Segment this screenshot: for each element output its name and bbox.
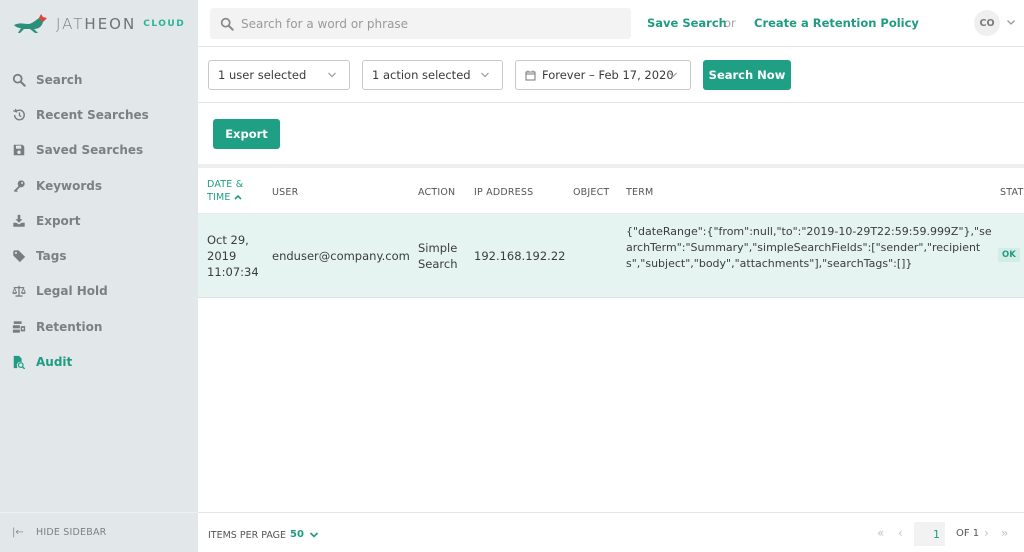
fox-logo-icon — [14, 14, 47, 33]
pagination-footer: ITEMS PER PAGE 50 « ‹ OF 1 › » — [198, 512, 1024, 552]
column-header-ip-address[interactable]: IP ADDRESS — [474, 187, 533, 198]
sidebar-item-search[interactable]: Search — [0, 62, 198, 97]
sidebar-item-label: Legal Hold — [36, 284, 108, 299]
column-header-label: DATE & — [207, 179, 244, 190]
collapse-arrow-icon: |← — [12, 527, 24, 538]
save-search-link[interactable]: Save Search — [647, 16, 727, 30]
sidebar-item-tags[interactable]: Tags — [0, 238, 198, 273]
brand-name: JATHEON — [56, 15, 137, 33]
sidebar-item-recent-searches[interactable]: Recent Searches — [0, 97, 198, 132]
filter-bar: 1 user selected 1 action selected Foreve… — [198, 48, 1024, 103]
scales-icon — [11, 283, 27, 299]
previous-page-button[interactable]: ‹ — [898, 526, 903, 540]
sidebar-item-label: Search — [36, 72, 83, 87]
table-header: DATE & TIME USER ACTION IP ADDRESS OBJEC… — [198, 168, 1024, 214]
status-badge: OK — [998, 248, 1020, 262]
search-icon — [11, 72, 27, 88]
search-input[interactable] — [241, 16, 621, 31]
download-icon — [11, 213, 27, 229]
chevron-down-icon[interactable] — [1006, 17, 1016, 27]
sidebar-item-audit[interactable]: Audit — [0, 344, 198, 379]
column-header-status[interactable]: STATUS — [1000, 187, 1024, 198]
column-header-action[interactable]: ACTION — [418, 187, 455, 198]
sidebar-item-label: Tags — [36, 249, 67, 264]
key-icon — [11, 178, 27, 194]
or-separator: or — [724, 16, 736, 30]
create-retention-policy-link[interactable]: Create a Retention Policy — [754, 16, 919, 30]
export-button[interactable]: Export — [213, 119, 280, 149]
date-range-value: Forever – Feb 17, 2020 — [542, 68, 674, 82]
user-avatar[interactable]: CO — [974, 10, 1000, 36]
hide-sidebar-label: HIDE SIDEBAR — [36, 527, 107, 538]
next-page-button[interactable]: › — [984, 526, 989, 540]
tag-icon — [11, 248, 27, 264]
sidebar-nav: Search Recent Searches Saved Searches Ke… — [0, 62, 198, 380]
chevron-down-icon — [481, 72, 489, 78]
sidebar-item-label: Export — [36, 213, 81, 228]
column-header-label: TIME — [207, 192, 231, 203]
action-line: Search — [418, 257, 458, 271]
cell-date-time: Oct 29, 2019 11:07:34 — [207, 232, 259, 280]
history-icon — [11, 107, 27, 123]
sidebar-item-keywords[interactable]: Keywords — [0, 168, 198, 203]
brand-logo[interactable]: JATHEON CLOUD — [12, 13, 185, 35]
sidebar-item-label: Keywords — [36, 178, 103, 193]
action-line: Simple — [418, 241, 458, 255]
items-per-page-select[interactable]: 50 — [290, 529, 304, 540]
column-header-term[interactable]: TERM — [626, 187, 653, 198]
page-count-label: OF 1 — [956, 528, 980, 539]
sidebar-item-legal-hold[interactable]: Legal Hold — [0, 274, 198, 309]
cell-term: {"dateRange":{"from":null,"to":"2019-10-… — [626, 225, 992, 270]
first-page-button[interactable]: « — [877, 526, 884, 540]
action-filter-value: 1 action selected — [372, 68, 471, 82]
floppy-disk-icon — [11, 142, 27, 158]
column-header-date-time[interactable]: DATE & TIME — [207, 178, 243, 204]
sidebar-item-label: Audit — [36, 355, 73, 370]
table-row[interactable]: Oct 29, 2019 11:07:34 enduser@company.co… — [198, 214, 1024, 298]
chevron-down-icon — [669, 72, 677, 78]
sidebar-item-saved-searches[interactable]: Saved Searches — [0, 133, 198, 168]
hide-sidebar-button[interactable]: |← HIDE SIDEBAR — [0, 512, 198, 552]
chevron-down-icon[interactable] — [309, 531, 319, 539]
search-icon — [220, 17, 234, 31]
sidebar-item-label: Recent Searches — [36, 107, 149, 122]
audit-file-search-icon — [11, 354, 27, 370]
cell-action: Simple Search — [418, 240, 458, 272]
sidebar-item-export[interactable]: Export — [0, 203, 198, 238]
column-header-user[interactable]: USER — [272, 187, 298, 198]
page-number-input[interactable] — [914, 522, 945, 546]
date-range-select[interactable]: Forever – Feb 17, 2020 — [515, 60, 691, 90]
global-search[interactable] — [210, 8, 631, 39]
action-filter-select[interactable]: 1 action selected — [362, 60, 503, 90]
cell-ip-address: 192.168.192.22 — [474, 249, 566, 263]
top-bar: Save Search or Create a Retention Policy… — [198, 0, 1024, 47]
user-filter-select[interactable]: 1 user selected — [208, 60, 350, 90]
search-now-button[interactable]: Search Now — [703, 60, 791, 90]
sort-ascending-icon — [234, 194, 242, 200]
archive-icon — [11, 319, 27, 335]
sidebar-item-label: Saved Searches — [36, 143, 144, 158]
brand-suffix: CLOUD — [143, 19, 186, 29]
calendar-icon — [525, 70, 536, 80]
chevron-down-icon — [328, 72, 336, 78]
time-line: 11:07:34 — [207, 265, 259, 279]
date-line: 2019 — [207, 249, 237, 263]
sidebar-item-retention[interactable]: Retention — [0, 309, 198, 344]
user-filter-value: 1 user selected — [218, 68, 307, 82]
sidebar: JATHEON CLOUD Search Recent Searches Sav… — [0, 0, 198, 552]
cell-user: enduser@company.com — [272, 249, 410, 263]
audit-table: DATE & TIME USER ACTION IP ADDRESS OBJEC… — [198, 164, 1024, 298]
date-line: Oct 29, — [207, 233, 249, 247]
items-per-page-label: ITEMS PER PAGE — [208, 530, 287, 541]
last-page-button[interactable]: » — [1001, 526, 1008, 540]
column-header-object[interactable]: OBJECT — [573, 187, 609, 198]
sidebar-item-label: Retention — [36, 319, 103, 334]
